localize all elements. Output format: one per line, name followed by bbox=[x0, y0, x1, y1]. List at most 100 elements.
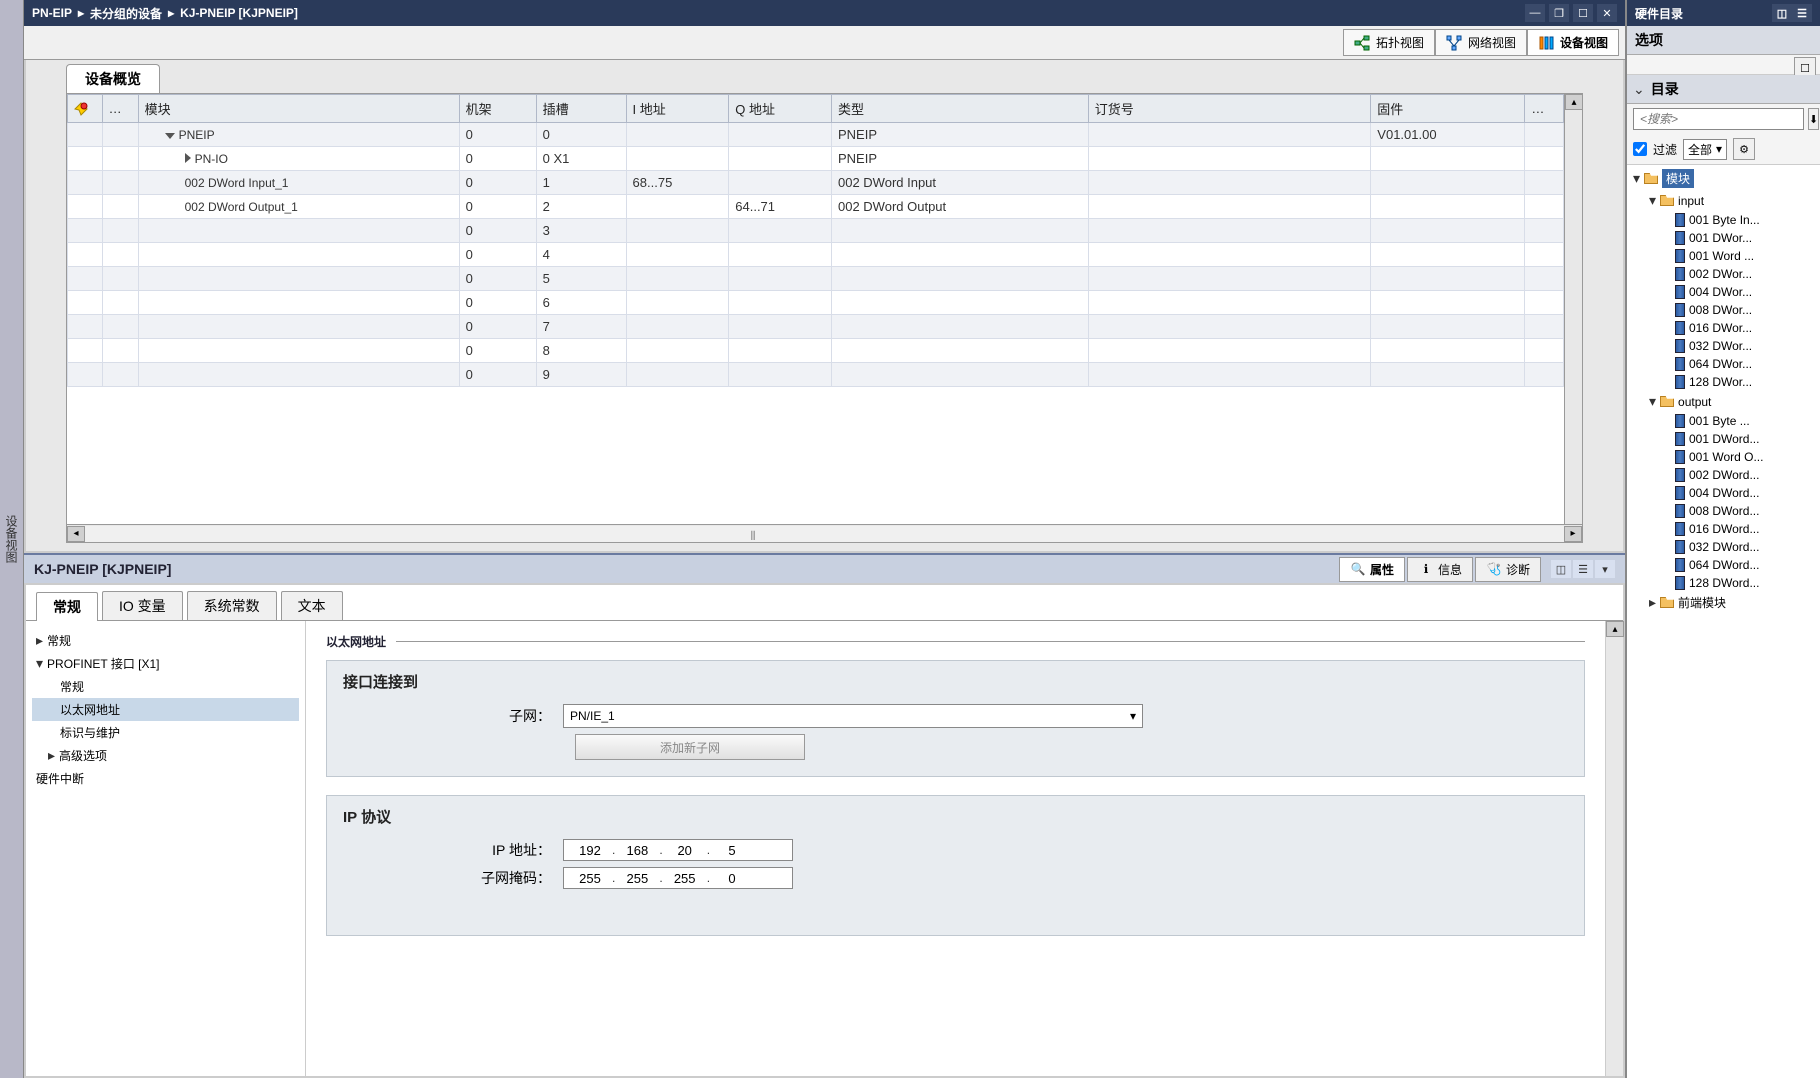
table-row[interactable]: 002 DWord Output_10264...71002 DWord Out… bbox=[68, 195, 1564, 219]
table-row[interactable]: PNEIP00PNEIPV01.01.00 bbox=[68, 123, 1564, 147]
subtab-sys-const[interactable]: 系统常数 bbox=[187, 591, 277, 620]
ip-address-input[interactable]: . . . bbox=[563, 839, 793, 861]
mask-seg-2[interactable] bbox=[615, 871, 659, 886]
hw-catalog-item[interactable]: 008 DWor... bbox=[1631, 301, 1816, 319]
subtab-text[interactable]: 文本 bbox=[281, 591, 343, 620]
filter-checkbox[interactable] bbox=[1633, 142, 1647, 156]
hw-catalog-item[interactable]: 001 Word ... bbox=[1631, 247, 1816, 265]
col-rack[interactable]: 机架 bbox=[459, 95, 536, 123]
col-type[interactable]: 类型 bbox=[831, 95, 1088, 123]
hw-catalog-item[interactable]: 004 DWor... bbox=[1631, 283, 1816, 301]
catalog-expand-icon[interactable]: ⌄ bbox=[1633, 81, 1645, 98]
hw-catalog-item[interactable]: 001 Byte In... bbox=[1631, 211, 1816, 229]
hw-catalog-item[interactable]: 032 DWor... bbox=[1631, 337, 1816, 355]
maximize-button[interactable]: ☐ bbox=[1573, 4, 1593, 22]
subnet-mask-input[interactable]: . . . bbox=[563, 867, 793, 889]
props-vertical-scrollbar[interactable]: ▴ bbox=[1605, 621, 1623, 1076]
hw-catalog-item[interactable]: 001 DWor... bbox=[1631, 229, 1816, 247]
tab-network-view[interactable]: 网络视图 bbox=[1435, 29, 1527, 56]
catalog-search-input[interactable] bbox=[1633, 108, 1804, 130]
ip-seg-2[interactable] bbox=[615, 843, 659, 858]
scroll-left-button[interactable]: ◂ bbox=[67, 526, 85, 542]
tree-node-advanced[interactable]: ▸高级选项 bbox=[32, 744, 299, 767]
table-row[interactable]: 05 bbox=[68, 267, 1564, 291]
scroll-up-button[interactable]: ▴ bbox=[1606, 621, 1624, 637]
device-overview-grid[interactable]: … 模块 机架 插槽 I 地址 Q 地址 类型 订货号 固件 … bbox=[67, 94, 1564, 524]
hw-catalog-item[interactable]: 064 DWord... bbox=[1631, 556, 1816, 574]
table-row[interactable]: 002 DWord Input_10168...75002 DWord Inpu… bbox=[68, 171, 1564, 195]
table-row[interactable]: 07 bbox=[68, 315, 1564, 339]
tree-node-profinet[interactable]: ▾PROFINET 接口 [X1] bbox=[32, 652, 299, 675]
scroll-track[interactable]: ⫴ bbox=[85, 526, 1564, 542]
ip-seg-4[interactable] bbox=[710, 843, 754, 858]
table-row[interactable]: 03 bbox=[68, 219, 1564, 243]
table-row[interactable]: PN-IO00 X1PNEIP bbox=[68, 147, 1564, 171]
table-row[interactable]: 08 bbox=[68, 339, 1564, 363]
hw-catalog-item[interactable]: 001 Byte ... bbox=[1631, 412, 1816, 430]
hw-catalog-tree[interactable]: ▾ 模块 ▾ input 001 Byte In...001 DWor...00… bbox=[1627, 165, 1820, 1078]
hw-catalog-item[interactable]: 002 DWor... bbox=[1631, 265, 1816, 283]
scroll-up-button[interactable]: ▴ bbox=[1565, 94, 1583, 110]
panel-collapse-button[interactable]: ▾ bbox=[1595, 560, 1615, 578]
tree-node-hw-interrupt[interactable]: 硬件中断 bbox=[32, 767, 299, 790]
ip-seg-3[interactable] bbox=[663, 843, 707, 858]
mask-seg-1[interactable] bbox=[568, 871, 612, 886]
hw-panel-pin-button[interactable]: ☰ bbox=[1792, 4, 1812, 22]
breadcrumb-item[interactable]: 未分组的设备 bbox=[90, 5, 162, 22]
close-button[interactable]: ✕ bbox=[1597, 4, 1617, 22]
tree-node-general[interactable]: ▸常规 bbox=[32, 629, 299, 652]
hw-catalog-item[interactable]: 001 Word O... bbox=[1631, 448, 1816, 466]
expander-icon[interactable] bbox=[165, 133, 175, 139]
table-row[interactable]: 04 bbox=[68, 243, 1564, 267]
properties-nav-tree[interactable]: ▸常规 ▾PROFINET 接口 [X1] 常规 以太网地址 标识与维护 ▸高级… bbox=[26, 621, 306, 1076]
hw-options-header[interactable]: 选项 bbox=[1627, 26, 1820, 55]
col-firmware[interactable]: 固件 bbox=[1371, 95, 1525, 123]
col-order[interactable]: 订货号 bbox=[1088, 95, 1371, 123]
hw-catalog-item[interactable]: 032 DWord... bbox=[1631, 538, 1816, 556]
subtab-general[interactable]: 常规 bbox=[36, 592, 98, 621]
table-row[interactable]: 09 bbox=[68, 363, 1564, 387]
hw-catalog-item[interactable]: 128 DWord... bbox=[1631, 574, 1816, 592]
hw-node-front[interactable]: ▸ 前端模块 bbox=[1631, 592, 1816, 613]
subnet-select[interactable]: PN/IE_1 ▾ bbox=[563, 704, 1143, 728]
tree-node-pf-general[interactable]: 常规 bbox=[32, 675, 299, 698]
col-slot[interactable]: 插槽 bbox=[536, 95, 626, 123]
breadcrumb-item[interactable]: PN-EIP bbox=[32, 6, 72, 20]
restore-button[interactable]: ❐ bbox=[1549, 4, 1569, 22]
col-expand[interactable]: … bbox=[102, 95, 138, 123]
col-more[interactable]: … bbox=[1525, 95, 1564, 123]
hw-catalog-item[interactable]: 064 DWor... bbox=[1631, 355, 1816, 373]
scroll-right-button[interactable]: ▸ bbox=[1564, 526, 1582, 542]
search-down-button[interactable]: ⬇ bbox=[1808, 108, 1819, 130]
hw-catalog-item[interactable]: 016 DWord... bbox=[1631, 520, 1816, 538]
breadcrumb-item[interactable]: KJ-PNEIP [KJPNEIP] bbox=[180, 6, 298, 20]
tab-device-view[interactable]: 设备视图 bbox=[1527, 29, 1619, 56]
tab-info[interactable]: ℹ 信息 bbox=[1407, 557, 1473, 582]
hw-catalog-item[interactable]: 008 DWord... bbox=[1631, 502, 1816, 520]
hw-catalog-item[interactable]: 128 DWor... bbox=[1631, 373, 1816, 391]
hw-catalog-item[interactable]: 016 DWor... bbox=[1631, 319, 1816, 337]
col-iaddr[interactable]: I 地址 bbox=[626, 95, 729, 123]
table-row[interactable]: 06 bbox=[68, 291, 1564, 315]
col-module[interactable]: 模块 bbox=[138, 95, 459, 123]
hw-panel-layout-button[interactable]: ◫ bbox=[1772, 4, 1792, 22]
device-view-sidebar-tab[interactable]: 设备视图 bbox=[0, 0, 24, 1078]
tree-node-ident[interactable]: 标识与维护 bbox=[32, 721, 299, 744]
tab-properties[interactable]: 🔍 属性 bbox=[1339, 557, 1405, 582]
add-subnet-button[interactable]: 添加新子网 bbox=[575, 734, 805, 760]
mask-seg-3[interactable] bbox=[663, 871, 707, 886]
vertical-scrollbar[interactable]: ▴ bbox=[1564, 94, 1582, 524]
panel-layout2-button[interactable]: ☰ bbox=[1573, 560, 1593, 578]
mask-seg-4[interactable] bbox=[710, 871, 754, 886]
hw-catalog-item[interactable]: 001 DWord... bbox=[1631, 430, 1816, 448]
hw-catalog-item[interactable]: 004 DWord... bbox=[1631, 484, 1816, 502]
tab-device-overview[interactable]: 设备概览 bbox=[66, 64, 160, 93]
filter-profile-select[interactable]: 全部 ▾ bbox=[1683, 139, 1727, 160]
expander-icon[interactable] bbox=[185, 153, 191, 163]
col-status-icon[interactable] bbox=[68, 95, 103, 123]
panel-layout1-button[interactable]: ◫ bbox=[1551, 560, 1571, 578]
col-qaddr[interactable]: Q 地址 bbox=[729, 95, 832, 123]
hw-catalog-item[interactable]: 002 DWord... bbox=[1631, 466, 1816, 484]
tab-diagnostics[interactable]: 🩺 诊断 bbox=[1475, 557, 1541, 582]
hw-node-input[interactable]: ▾ input bbox=[1631, 190, 1816, 211]
